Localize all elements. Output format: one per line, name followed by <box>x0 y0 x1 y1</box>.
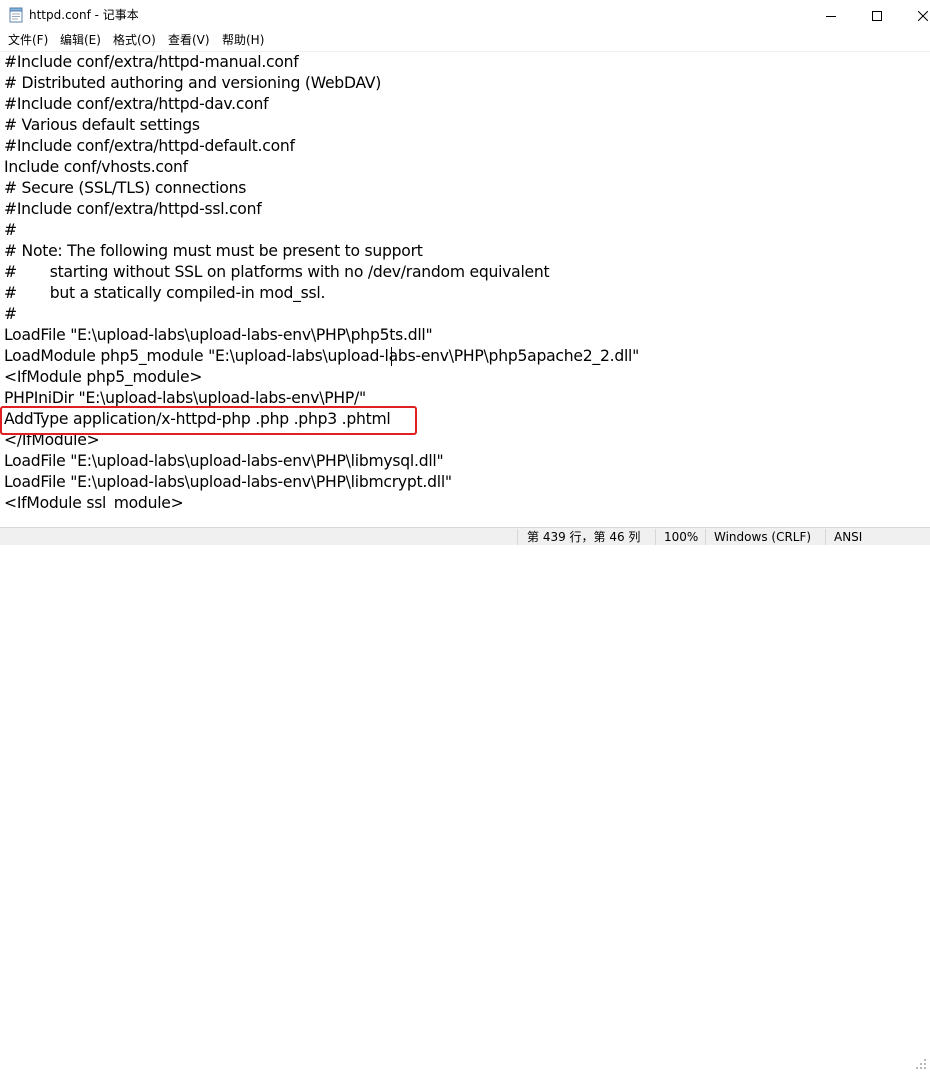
status-separator <box>705 529 706 545</box>
maximize-button[interactable] <box>854 0 900 30</box>
menu-view[interactable]: 查看(V) <box>168 32 210 49</box>
code-line: # Note: The following must must be prese… <box>4 242 423 260</box>
code-line: # <box>4 305 17 323</box>
title-bar[interactable]: httpd.conf - 记事本 <box>0 0 930 30</box>
code-line: #Include conf/extra/httpd-default.conf <box>4 137 295 155</box>
status-separator <box>655 529 656 545</box>
code-line: LoadFile "E:\upload-labs\upload-labs-env… <box>4 452 444 470</box>
code-line: <IfModule ssl_module> <box>4 494 184 510</box>
menu-format[interactable]: 格式(O) <box>113 32 156 49</box>
menu-edit[interactable]: 编辑(E) <box>60 32 101 49</box>
status-separator <box>825 529 826 545</box>
close-button[interactable] <box>900 0 930 30</box>
code-line: LoadFile "E:\upload-labs\upload-labs-env… <box>4 326 433 344</box>
maximize-icon <box>872 6 882 25</box>
code-line: #Include conf/extra/httpd-manual.conf <box>4 53 299 71</box>
status-bar: 第 439 行，第 46 列 100% Windows (CRLF) ANSI <box>0 527 930 1069</box>
status-line-ending: Windows (CRLF) <box>714 530 812 544</box>
status-encoding: ANSI <box>834 530 863 544</box>
code-line: #Include conf/extra/httpd-dav.conf <box>4 95 269 113</box>
code-line: LoadFile "E:\upload-labs\upload-labs-env… <box>4 473 452 491</box>
code-line: #Include conf/extra/httpd-ssl.conf <box>4 200 262 218</box>
text-caret <box>391 347 392 366</box>
code-line: LoadModule php5_module "E:\upload-labs\u… <box>4 347 640 365</box>
menu-bar: 文件(F) 编辑(E) 格式(O) 查看(V) 帮助(H) <box>0 30 930 51</box>
resize-grip-icon[interactable] <box>914 1055 928 1071</box>
highlight-annotation-box <box>0 406 417 435</box>
code-line: # starting without SSL on platforms with… <box>4 263 550 281</box>
code-line: Include conf/vhosts.conf <box>4 158 188 176</box>
menu-help[interactable]: 帮助(H) <box>222 32 264 49</box>
status-zoom: 100% <box>664 530 699 544</box>
code-line: <IfModule php5_module> <box>4 368 203 386</box>
code-line: # Distributed authoring and versioning (… <box>4 74 382 92</box>
text-editor[interactable]: #Include conf/extra/httpd-manual.conf # … <box>0 51 930 510</box>
status-cursor-position: 第 439 行，第 46 列 <box>527 530 641 544</box>
status-separator <box>517 529 518 545</box>
notepad-icon <box>9 7 23 23</box>
code-line: # Various default settings <box>4 116 200 134</box>
code-line: # but a statically compiled-in mod_ssl. <box>4 284 326 302</box>
menu-file[interactable]: 文件(F) <box>8 32 48 49</box>
close-icon <box>917 6 929 25</box>
minimize-button[interactable] <box>808 0 854 30</box>
minimize-icon <box>826 6 836 25</box>
horizontal-scrollbar[interactable] <box>0 509 930 527</box>
code-line: # Secure (SSL/TLS) connections <box>4 179 247 197</box>
code-line: # <box>4 221 17 239</box>
window-title: httpd.conf - 记事本 <box>29 8 139 22</box>
